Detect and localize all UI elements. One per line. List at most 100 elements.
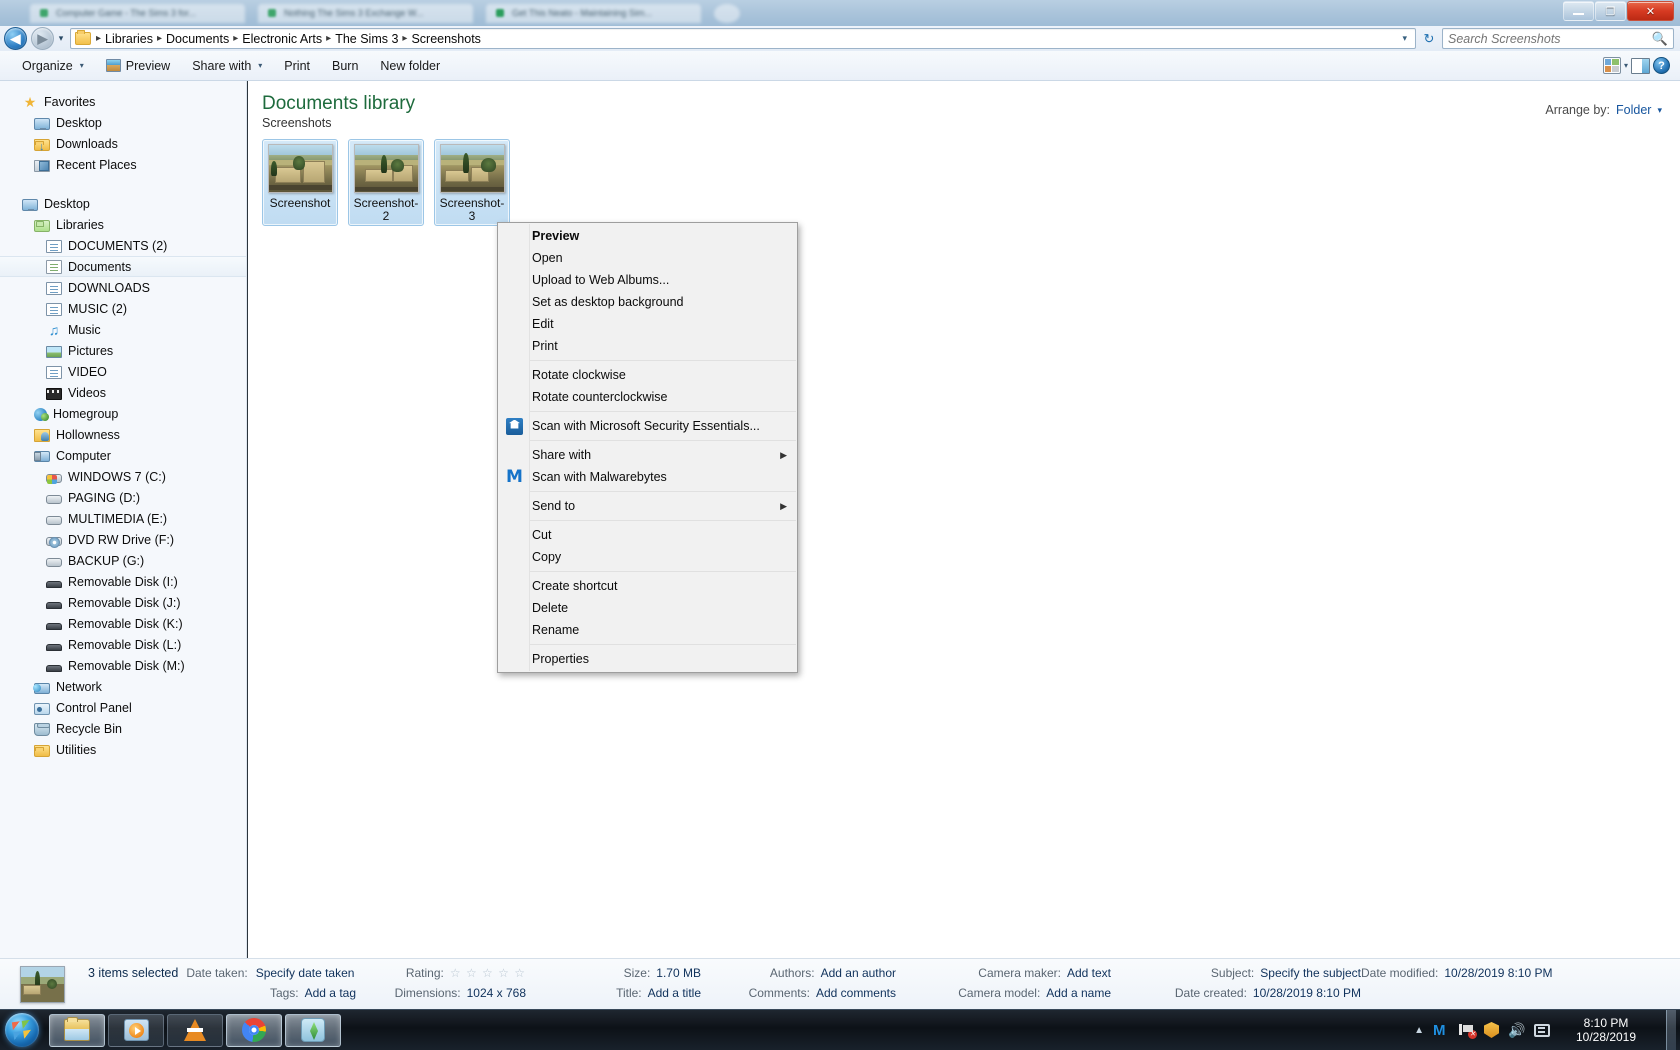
context-menu-item-scan-with-malwarebytes[interactable]: M Scan with Malwarebytes	[498, 466, 797, 488]
context-menu[interactable]: Preview Open Upload to Web Albums... Set…	[497, 222, 798, 673]
title-bar[interactable]: ❐ ✕	[0, 0, 1680, 26]
context-menu-item-open[interactable]: Open	[498, 247, 797, 269]
search-input[interactable]	[1448, 31, 1652, 46]
sidebar-item-libraries[interactable]: Libraries	[0, 214, 246, 235]
context-menu-item-rename[interactable]: Rename	[498, 619, 797, 641]
search-box[interactable]: 🔍	[1442, 28, 1674, 49]
details-value[interactable]: Add a name	[1046, 986, 1111, 1000]
change-view-caret-icon[interactable]: ▾	[1624, 61, 1628, 70]
details-value[interactable]: Add text	[1067, 966, 1111, 980]
sidebar-item-music-2[interactable]: MUSIC (2)	[0, 298, 246, 319]
sidebar-item-downloads[interactable]: Downloads	[0, 133, 246, 154]
sidebar-item-network[interactable]: Network	[0, 676, 246, 697]
show-desktop-button[interactable]	[1666, 1009, 1676, 1050]
file-list[interactable]: Screenshot Screenshot-2 Screenshot-3	[262, 139, 510, 226]
share-with-button[interactable]: Share with ▾	[182, 55, 272, 77]
sidebar-item-drive-d[interactable]: PAGING (D:)	[0, 487, 246, 508]
breadcrumb-the-sims-3[interactable]: The Sims 3	[332, 31, 401, 47]
file-item[interactable]: Screenshot-3	[434, 139, 510, 226]
context-menu-item-copy[interactable]: Copy	[498, 546, 797, 568]
context-menu-item-preview[interactable]: Preview	[498, 225, 797, 247]
forward-button[interactable]: ▶	[31, 27, 54, 50]
file-item[interactable]: Screenshot-2	[348, 139, 424, 226]
sidebar-item-drive-k[interactable]: Removable Disk (K:)	[0, 613, 246, 634]
minimize-button[interactable]	[1563, 1, 1594, 21]
arrange-by-control[interactable]: Arrange by: Folder ▾	[1545, 103, 1662, 117]
show-preview-pane-icon[interactable]	[1631, 57, 1650, 74]
context-menu-item-delete[interactable]: Delete	[498, 597, 797, 619]
sidebar-item-homegroup[interactable]: Homegroup	[0, 403, 246, 424]
context-menu-item-create-shortcut[interactable]: Create shortcut	[498, 575, 797, 597]
sidebar-item-utilities[interactable]: Utilities	[0, 739, 246, 760]
breadcrumb-libraries[interactable]: Libraries	[102, 31, 156, 47]
burn-button[interactable]: Burn	[322, 55, 368, 77]
back-button[interactable]: ◀	[4, 27, 27, 50]
malwarebytes-tray-icon[interactable]: M	[1433, 1022, 1450, 1039]
context-menu-item-rotate-clockwise[interactable]: Rotate clockwise	[498, 364, 797, 386]
taskbar-windows-explorer[interactable]	[49, 1013, 105, 1047]
breadcrumb-electronic-arts[interactable]: Electronic Arts	[239, 31, 325, 47]
context-menu-item-set-as-desktop-background[interactable]: Set as desktop background	[498, 291, 797, 313]
sidebar-item-videos[interactable]: Videos	[0, 382, 246, 403]
sidebar-item-favorites[interactable]: ★ Favorites	[0, 91, 246, 112]
sidebar-item-drive-f[interactable]: DVD RW Drive (F:)	[0, 529, 246, 550]
context-menu-item-rotate-counterclockwise[interactable]: Rotate counterclockwise	[498, 386, 797, 408]
sidebar-item-recent-places[interactable]: Recent Places	[0, 154, 246, 175]
sidebar-item-recycle-bin[interactable]: Recycle Bin	[0, 718, 246, 739]
sidebar-item-music[interactable]: ♫ Music	[0, 319, 246, 340]
details-value[interactable]: Specify date taken	[256, 966, 355, 980]
details-value[interactable]: Add a title	[648, 986, 701, 1000]
arrange-by-value[interactable]: Folder	[1616, 103, 1651, 117]
sidebar-item-drive-m[interactable]: Removable Disk (M:)	[0, 655, 246, 676]
sidebar-item-drive-g[interactable]: BACKUP (G:)	[0, 550, 246, 571]
breadcrumb-documents[interactable]: Documents	[163, 31, 232, 47]
details-value[interactable]: Add an author	[821, 966, 896, 980]
sidebar-item-drive-c[interactable]: WINDOWS 7 (C:)	[0, 466, 246, 487]
sidebar-item-computer[interactable]: Computer	[0, 445, 246, 466]
sidebar-item-drive-i[interactable]: Removable Disk (I:)	[0, 571, 246, 592]
action-center-icon[interactable]	[1484, 1022, 1499, 1038]
taskbar-vlc[interactable]	[167, 1013, 223, 1047]
taskbar-the-sims-3[interactable]	[285, 1013, 341, 1047]
sidebar-item-documents[interactable]: Documents	[0, 256, 246, 277]
display-icon[interactable]	[1534, 1023, 1550, 1037]
address-breadcrumb-bar[interactable]: ▸ Libraries ▸ Documents ▸ Electronic Art…	[70, 28, 1416, 49]
new-folder-button[interactable]: New folder	[370, 55, 450, 77]
sidebar-item-pictures[interactable]: Pictures	[0, 340, 246, 361]
sidebar-item-drive-l[interactable]: Removable Disk (L:)	[0, 634, 246, 655]
sidebar-item-desktop[interactable]: Desktop	[0, 193, 246, 214]
help-icon[interactable]: ?	[1653, 57, 1670, 74]
preview-button[interactable]: Preview	[96, 55, 180, 77]
navigation-pane[interactable]: ★ Favorites Desktop Downloads Recent Pla…	[0, 81, 247, 958]
clock[interactable]: 8:10 PM 10/28/2019	[1559, 1016, 1653, 1044]
details-value[interactable]: Specify the subject	[1260, 966, 1361, 980]
close-button[interactable]: ✕	[1627, 1, 1674, 21]
content-pane[interactable]: Documents library Screenshots Arrange by…	[248, 81, 1680, 958]
context-menu-item-upload-to-web-albums[interactable]: Upload to Web Albums...	[498, 269, 797, 291]
sidebar-item-drive-e[interactable]: MULTIMEDIA (E:)	[0, 508, 246, 529]
sidebar-item-hollowness[interactable]: Hollowness	[0, 424, 246, 445]
start-button[interactable]	[5, 1013, 39, 1047]
print-button[interactable]: Print	[274, 55, 320, 77]
taskbar-google-chrome[interactable]	[226, 1013, 282, 1047]
context-menu-item-print[interactable]: Print	[498, 335, 797, 357]
context-menu-item-share-with[interactable]: Share with ▶	[498, 444, 797, 466]
change-view-icon[interactable]	[1602, 57, 1621, 74]
taskbar-windows-media-player[interactable]	[108, 1013, 164, 1047]
recent-pages-button[interactable]: ▾	[54, 33, 68, 44]
sidebar-item-documents-2[interactable]: DOCUMENTS (2)	[0, 235, 246, 256]
file-item[interactable]: Screenshot	[262, 139, 338, 226]
details-value[interactable]: Add a tag	[305, 986, 356, 1000]
sidebar-item-desktop-fav[interactable]: Desktop	[0, 112, 246, 133]
network-error-icon[interactable]: ✕	[1459, 1023, 1477, 1039]
context-menu-item-send-to[interactable]: Send to ▶	[498, 495, 797, 517]
context-menu-item-properties[interactable]: Properties	[498, 648, 797, 670]
context-menu-item-edit[interactable]: Edit	[498, 313, 797, 335]
breadcrumb-screenshots[interactable]: Screenshots	[408, 31, 483, 47]
sidebar-item-drive-j[interactable]: Removable Disk (J:)	[0, 592, 246, 613]
organize-button[interactable]: Organize ▾	[12, 55, 94, 77]
refresh-button[interactable]: ↻	[1418, 28, 1440, 49]
context-menu-item-cut[interactable]: Cut	[498, 524, 797, 546]
details-value[interactable]: Add comments	[816, 986, 896, 1000]
sidebar-item-video[interactable]: VIDEO	[0, 361, 246, 382]
